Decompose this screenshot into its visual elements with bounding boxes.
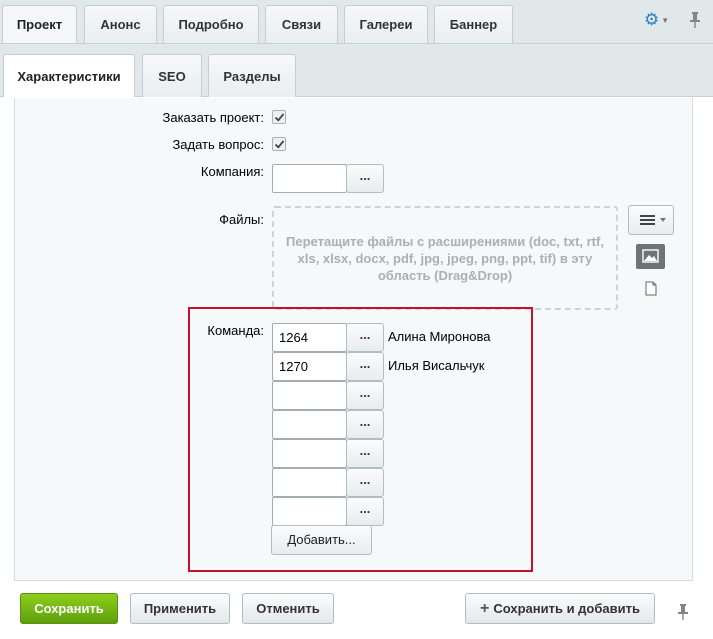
tab-bar-primary: Проект Анонс Подробно Связи Галереи Банн… [0,0,713,44]
tab-label: Баннер [449,17,498,32]
tab-galleries[interactable]: Галереи [344,5,428,43]
apply-button[interactable]: Применить [130,593,230,624]
pin-icon[interactable] [688,11,702,29]
save-and-add-button[interactable]: + Сохранить и добавить [465,593,655,624]
tab-label: Связи [281,17,322,32]
company-label: Компания: [200,164,264,179]
tab-label: Разделы [223,68,281,84]
tab-label: Подробно [178,17,244,32]
menu-lines-icon [640,215,666,225]
checkbox-checked-icon [274,140,285,149]
order-project-label: Заказать проект: [162,110,264,125]
tab-characteristics[interactable]: Характеристики [3,54,135,97]
save-button[interactable]: Сохранить [20,593,118,624]
tab-seo[interactable]: SEO [142,54,202,97]
tab-details[interactable]: Подробно [163,5,259,43]
ask-question-label: Задать вопрос: [172,137,264,152]
cancel-button[interactable]: Отменить [242,593,334,624]
pin-icon[interactable] [676,603,690,621]
tab-sections[interactable]: Разделы [208,54,296,97]
plus-icon: + [480,600,490,617]
image-icon [642,249,659,263]
tab-announce[interactable]: Анонс [84,5,157,43]
file-dropzone[interactable]: Перетащите файлы с расширениями (doc, tx… [272,206,618,310]
order-project-checkbox[interactable] [272,110,286,124]
gear-icon[interactable]: ⚙ ▼ [644,10,674,30]
checkbox-checked-icon [274,113,285,122]
tab-links[interactable]: Связи [265,5,338,43]
file-icon[interactable] [645,281,657,296]
tab-label: Проект [16,17,63,32]
company-select-button[interactable]: ... [346,164,384,193]
ask-question-checkbox[interactable] [272,137,286,151]
tab-label: Галереи [359,17,413,32]
highlight-box [188,307,533,572]
dropzone-text: Перетащите файлы с расширениями (doc, tx… [286,233,604,283]
file-menu-button[interactable] [628,205,674,235]
add-image-button[interactable] [636,244,665,269]
tab-label: SEO [158,68,186,84]
tab-label: Анонс [100,17,141,32]
tab-banner[interactable]: Баннер [434,5,513,43]
tab-project[interactable]: Проект [2,5,77,43]
files-label: Файлы: [219,212,264,227]
save-and-add-label: Сохранить и добавить [493,601,640,616]
tab-bar-secondary: Характеристики SEO Разделы [0,44,713,97]
tab-label: Характеристики [17,68,121,84]
company-input[interactable] [272,164,347,193]
